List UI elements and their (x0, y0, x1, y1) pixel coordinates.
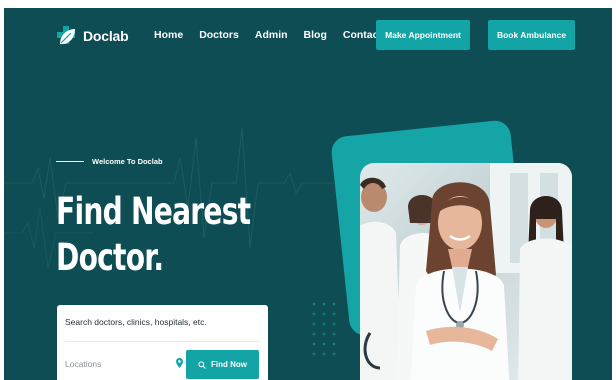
nav-home[interactable]: Home (154, 29, 183, 41)
map-pin-icon (176, 358, 183, 368)
hero-title-line-2: Doctor. (56, 236, 164, 279)
hero-title-line-1: Find Nearest (56, 190, 251, 233)
doctors-photo (360, 163, 572, 380)
logo[interactable]: Doclab (56, 24, 129, 48)
search-icon (198, 360, 206, 369)
book-ambulance-button[interactable]: Book Ambulance (488, 20, 575, 50)
nav-doctors[interactable]: Doctors (199, 29, 239, 41)
find-now-button[interactable]: Find Now (186, 350, 259, 379)
hero-section: Doclab Home Doctors Admin Blog Contact M… (4, 8, 612, 380)
medical-cross-leaf-icon (57, 26, 75, 45)
doctors-illustration (360, 163, 572, 380)
search-input[interactable] (65, 317, 261, 327)
logo-text: Doclab (83, 28, 129, 44)
find-now-label: Find Now (211, 360, 247, 369)
hero-title: Find Nearest Doctor. (56, 189, 251, 281)
eyebrow: Welcome To Doclab (56, 157, 163, 166)
eyebrow-text: Welcome To Doclab (92, 157, 163, 166)
location-input[interactable] (65, 359, 165, 369)
main-nav: Home Doctors Admin Blog Contact (154, 29, 382, 41)
nav-blog[interactable]: Blog (304, 29, 327, 41)
make-appointment-button[interactable]: Make Appointment (376, 20, 470, 50)
search-divider (65, 341, 260, 342)
decorative-dot-grid (312, 302, 336, 356)
search-card: Find Now (57, 305, 268, 380)
nav-admin[interactable]: Admin (255, 29, 288, 41)
eyebrow-divider (56, 161, 84, 162)
